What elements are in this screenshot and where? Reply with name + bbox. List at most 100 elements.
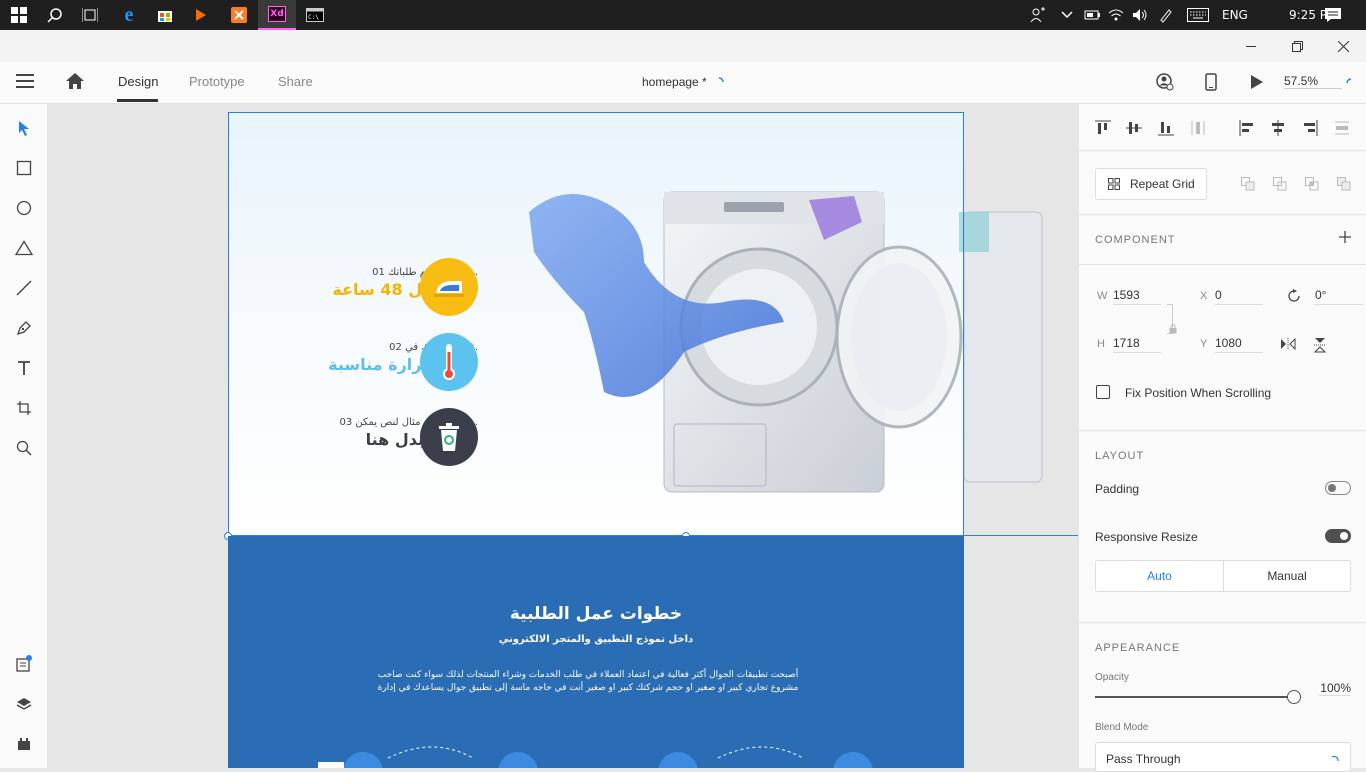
opacity-value[interactable]: 100%	[1319, 681, 1351, 696]
artboard-steps-section[interactable]: خطوات عمل الطلبية داخل نموذج التطبيق وال…	[228, 536, 964, 768]
restore-button[interactable]	[1274, 30, 1320, 62]
device-preview-icon[interactable]	[1205, 73, 1217, 94]
layout-section-title: LAYOUT	[1095, 450, 1145, 462]
polygon-tool-icon[interactable]	[10, 234, 38, 262]
ellipse-tool-icon[interactable]	[10, 194, 38, 222]
edge-browser-icon[interactable]: e	[110, 0, 148, 30]
active-tab-indicator	[117, 99, 158, 102]
repeat-grid-button[interactable]: Repeat Grid	[1095, 168, 1207, 200]
text-tool-icon[interactable]	[10, 354, 38, 382]
window-title-bar	[0, 30, 1366, 62]
boolean-intersect-icon[interactable]	[1305, 177, 1319, 194]
section-subheading: داخل نموذج التطبيق والمتجر الالكتروني	[498, 634, 694, 645]
media-player-icon[interactable]	[182, 0, 220, 30]
opacity-slider-thumb[interactable]	[1287, 690, 1301, 704]
opacity-slider-track[interactable]	[1095, 696, 1291, 698]
design-canvas[interactable]: يمكنك استلام طلباتك 01. في خلال 48 ساعة …	[48, 104, 1078, 768]
fix-position-checkbox[interactable]	[1096, 385, 1110, 399]
auto-option[interactable]: Auto	[1096, 561, 1224, 591]
rotation-input[interactable]: 0°	[1315, 288, 1363, 305]
layers-panel-icon[interactable]	[10, 690, 38, 718]
y-input[interactable]: 1080	[1215, 336, 1263, 353]
svg-text:C:\: C:\	[308, 14, 319, 21]
padding-label: Padding	[1095, 482, 1140, 496]
rectangle-tool-icon[interactable]	[10, 154, 38, 182]
blend-mode-value: Pass Through	[1106, 752, 1181, 766]
pen-icon[interactable]	[1158, 0, 1174, 30]
align-top-icon[interactable]	[1095, 120, 1111, 139]
align-right-icon[interactable]	[1302, 120, 1318, 139]
people-icon[interactable]	[1030, 0, 1046, 30]
play-preview-icon[interactable]	[1250, 74, 1264, 93]
x-label: X	[1200, 290, 1208, 302]
distribute-vertical-icon[interactable]	[1334, 120, 1350, 139]
responsive-resize-toggle[interactable]	[1325, 529, 1351, 543]
tab-share[interactable]: Share	[278, 74, 313, 89]
repeat-grid-icon	[1108, 178, 1120, 190]
zoom-tool-icon[interactable]	[10, 434, 38, 462]
x-input[interactable]: 0	[1215, 288, 1263, 305]
property-inspector: Repeat Grid COMPONENT W 1593 X 0 0° H 17…	[1078, 104, 1366, 772]
boolean-subtract-icon[interactable]	[1273, 177, 1287, 194]
xampp-icon[interactable]	[220, 0, 258, 30]
divider	[1079, 264, 1366, 265]
distribute-horizontal-icon[interactable]	[1190, 120, 1206, 139]
saving-spinner-icon	[714, 76, 724, 90]
adobe-xd-icon[interactable]: Xd	[258, 0, 296, 30]
blend-spinner-icon	[1331, 753, 1339, 767]
volume-icon[interactable]	[1132, 0, 1148, 30]
height-input[interactable]: 1718	[1113, 336, 1161, 353]
lock-aspect-icon[interactable]	[1169, 323, 1177, 337]
windows-start-icon[interactable]	[0, 0, 38, 30]
tab-prototype[interactable]: Prototype	[189, 74, 245, 89]
padding-toggle[interactable]	[1325, 481, 1351, 495]
y-label: Y	[1200, 338, 1208, 350]
appearance-section-title: APPEARANCE	[1095, 642, 1181, 654]
line-tool-icon[interactable]	[10, 274, 38, 302]
close-button[interactable]	[1320, 30, 1366, 62]
height-label: H	[1097, 338, 1105, 350]
boolean-add-icon[interactable]	[1241, 177, 1255, 194]
zoom-level[interactable]: 57.5%	[1284, 74, 1342, 89]
plugins-panel-icon[interactable]	[10, 730, 38, 758]
task-view-icon[interactable]	[71, 0, 109, 30]
align-bottom-icon[interactable]	[1158, 120, 1174, 139]
pen-tool-icon[interactable]	[10, 314, 38, 342]
home-icon[interactable]	[66, 73, 84, 92]
flip-horizontal-icon[interactable]	[1280, 337, 1296, 353]
repeat-grid-label: Repeat Grid	[1130, 177, 1195, 191]
zoom-spinner-icon	[1346, 77, 1356, 91]
minimize-button[interactable]	[1228, 30, 1274, 62]
divider	[1079, 150, 1366, 151]
notifications-icon[interactable]	[1324, 0, 1342, 30]
xd-label: Xd	[268, 6, 286, 22]
assets-panel-icon[interactable]	[10, 650, 38, 678]
align-left-icon[interactable]	[1239, 120, 1255, 139]
add-component-icon[interactable]	[1339, 231, 1351, 246]
boolean-exclude-icon[interactable]	[1337, 177, 1351, 194]
artboard-tool-icon[interactable]	[10, 394, 38, 422]
toggle-knob	[1328, 483, 1336, 492]
store-icon[interactable]	[146, 0, 184, 30]
flip-vertical-icon[interactable]	[1313, 337, 1327, 356]
manual-option[interactable]: Manual	[1224, 561, 1350, 591]
tab-design[interactable]: Design	[118, 74, 158, 89]
wifi-icon[interactable]	[1108, 0, 1124, 30]
selection-outline	[228, 112, 964, 536]
chevron-up-icon[interactable]	[1061, 0, 1073, 30]
language-indicator[interactable]: ENG	[1222, 0, 1248, 30]
align-center-icon[interactable]	[1270, 120, 1286, 139]
opacity-label: Opacity	[1095, 672, 1129, 683]
hamburger-menu-icon[interactable]	[16, 74, 34, 91]
width-input[interactable]: 1593	[1113, 288, 1161, 305]
search-icon[interactable]	[36, 0, 74, 30]
share-user-icon[interactable]	[1156, 73, 1174, 94]
battery-icon[interactable]	[1084, 0, 1102, 30]
section-paragraph: مشروع تجاري كبير او صغير او حجم شركتك كب…	[377, 683, 799, 693]
section-heading: خطوات عمل الطلبية	[509, 604, 683, 624]
section-paragraph: أصبحت تطبيقات الجوال أكثر فعالية في اعتم…	[377, 670, 799, 680]
select-tool-icon[interactable]	[10, 114, 38, 142]
align-middle-icon[interactable]	[1126, 120, 1142, 139]
command-prompt-icon[interactable]: C:\	[296, 0, 334, 30]
keyboard-icon[interactable]	[1187, 0, 1209, 30]
